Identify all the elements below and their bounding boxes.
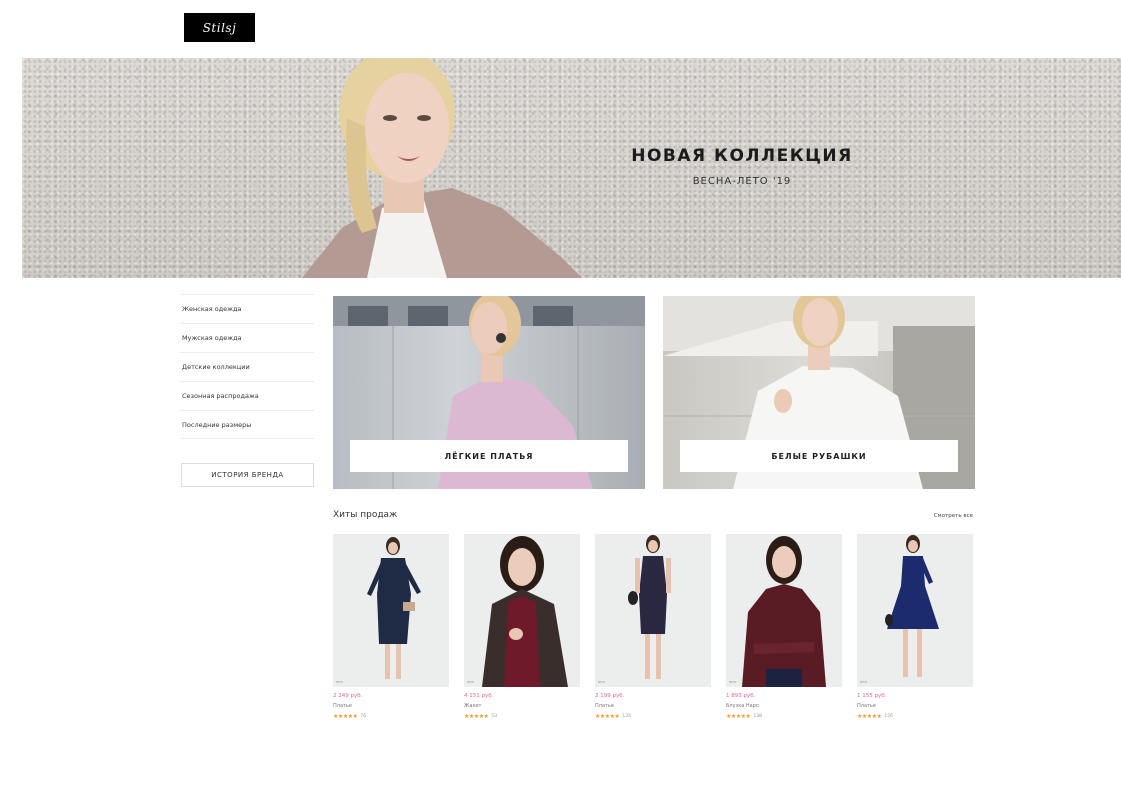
- review-count: 53: [491, 714, 498, 719]
- tile-light-dresses[interactable]: ЛЁГКИЕ ПЛАТЬЯ: [333, 296, 645, 489]
- sidebar-item-label: Мужская одежда: [182, 334, 242, 342]
- product-price: 4 151 руб.: [464, 693, 494, 699]
- star-icon: ★★★★★: [464, 713, 489, 720]
- sidebar-item-sale[interactable]: Сезонная распродажа: [180, 381, 314, 410]
- image-tag: NEW: [860, 680, 868, 684]
- model-figure: [482, 536, 568, 687]
- tile-label: ЛЁГКИЕ ПЛАТЬЯ: [350, 440, 628, 472]
- tile-label: БЕЛЫЕ РУБАШКИ: [680, 440, 958, 472]
- sidebar-item-men[interactable]: Мужская одежда: [180, 323, 314, 352]
- product-name: Платье: [333, 703, 352, 709]
- sidebar-item-label: Женская одежда: [182, 305, 242, 313]
- product-name: Платье: [595, 703, 614, 709]
- logo-text: Stilsj: [202, 20, 237, 35]
- product-card[interactable]: NEW 1 893 руб. Блузка Наро ★★★★★ 138: [726, 534, 842, 720]
- product-image: NEW: [726, 534, 842, 687]
- hero-model-image: [302, 58, 582, 278]
- sidebar-item-kids[interactable]: Детские коллекции: [180, 352, 314, 381]
- sidebar-item-label: Сезонная распродажа: [182, 392, 259, 400]
- sidebar-item-label: Последние размеры: [182, 420, 252, 429]
- star-icon: ★★★★★: [333, 713, 358, 720]
- sidebar-item-last-sizes[interactable]: Последние размеры: [180, 410, 314, 439]
- product-card[interactable]: NEW 1 155 руб. Платье ★★★★★ 156: [857, 534, 973, 720]
- brand-history-button[interactable]: ИСТОРИЯ БРЕНДА: [181, 463, 314, 487]
- product-price: 1 155 руб.: [857, 693, 887, 699]
- review-count: 156: [884, 714, 893, 719]
- brand-logo[interactable]: Stilsj: [184, 13, 255, 42]
- star-icon: ★★★★★: [595, 713, 620, 720]
- hero-text-block: НОВАЯ КОЛЛЕКЦИЯ ВЕСНА-ЛЕТО '19: [592, 146, 892, 187]
- product-price: 1 893 руб.: [726, 693, 756, 699]
- product-rating: ★★★★★ 138: [726, 713, 842, 720]
- product-card[interactable]: NEW 2 249 руб. Платье ★★★★★ 76: [333, 534, 449, 720]
- product-price: 2 199 руб.: [595, 693, 625, 699]
- product-rating: ★★★★★ 53: [464, 713, 580, 720]
- product-image: NEW: [464, 534, 580, 687]
- product-rating: ★★★★★ 76: [333, 713, 449, 720]
- hero-subtitle: ВЕСНА-ЛЕТО '19: [692, 176, 792, 187]
- review-count: 138: [753, 714, 762, 719]
- model-figure: [367, 537, 421, 679]
- bestsellers-title: Хиты продаж: [333, 510, 398, 520]
- model-figure: [742, 536, 826, 687]
- product-card[interactable]: NEW 2 199 руб. Платье ★★★★★ 134: [595, 534, 711, 720]
- model-figure: [885, 535, 939, 677]
- category-sidebar: Женская одежда Мужская одежда Детские ко…: [180, 294, 314, 439]
- star-icon: ★★★★★: [726, 713, 751, 720]
- image-tag: NEW: [729, 680, 737, 684]
- see-all-link[interactable]: Смотреть все: [934, 513, 973, 519]
- product-card[interactable]: NEW 4 151 руб. Жакет ★★★★★ 53: [464, 534, 580, 720]
- product-image: NEW: [333, 534, 449, 687]
- product-image: NEW: [857, 534, 973, 687]
- product-name: Жакет: [464, 703, 482, 709]
- image-tag: NEW: [467, 680, 475, 684]
- product-name: Блузка Наро: [726, 703, 759, 709]
- product-price: 2 249 руб.: [333, 693, 363, 699]
- sidebar-item-women[interactable]: Женская одежда: [180, 294, 314, 323]
- star-icon: ★★★★★: [857, 713, 882, 720]
- model-figure: [628, 535, 671, 679]
- product-rating: ★★★★★ 134: [595, 713, 711, 720]
- tile-white-shirts[interactable]: БЕЛЫЕ РУБАШКИ: [663, 296, 975, 489]
- product-image: NEW: [595, 534, 711, 687]
- product-name: Платье: [857, 703, 876, 709]
- hero-title: НОВАЯ КОЛЛЕКЦИЯ: [631, 146, 853, 166]
- review-count: 134: [622, 714, 631, 719]
- hero-banner[interactable]: НОВАЯ КОЛЛЕКЦИЯ ВЕСНА-ЛЕТО '19: [22, 58, 1121, 278]
- review-count: 76: [360, 714, 367, 719]
- image-tag: NEW: [336, 680, 344, 684]
- image-tag: NEW: [598, 680, 606, 684]
- sidebar-item-label: Детские коллекции: [182, 363, 250, 371]
- product-rating: ★★★★★ 156: [857, 713, 973, 720]
